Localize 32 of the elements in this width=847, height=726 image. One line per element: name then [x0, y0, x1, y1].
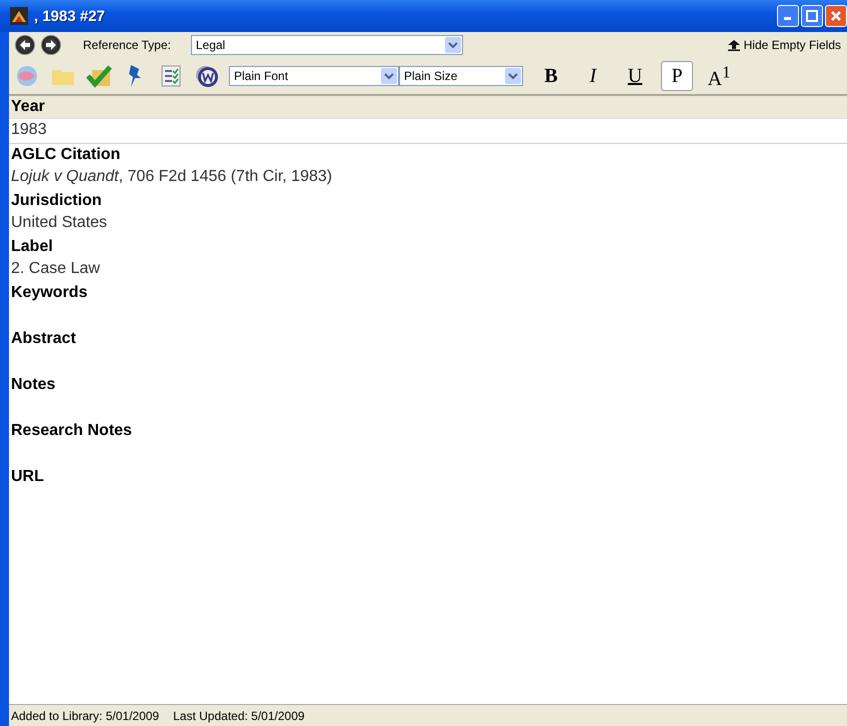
left-arrow-icon: [19, 39, 31, 51]
maximize-icon: [806, 10, 818, 22]
format-button[interactable]: U: [619, 61, 651, 91]
close-button[interactable]: [825, 5, 847, 27]
reference-type-dropdown[interactable]: Legal: [190, 35, 463, 55]
chevron-down-icon: [448, 41, 458, 49]
app-icon: [10, 7, 28, 25]
format-button[interactable]: B: [535, 61, 567, 91]
field-value[interactable]: 1983: [9, 118, 847, 144]
maximize-button[interactable]: [801, 5, 823, 27]
font-dropdown[interactable]: Plain Font: [229, 66, 399, 86]
forward-button[interactable]: [41, 35, 61, 55]
chevron-down-icon: [508, 72, 518, 80]
field-value[interactable]: 2. Case Law: [9, 258, 847, 282]
field-value[interactable]: Lojuk v Quandt, 706 F2d 1456 (7th Cir, 1983): [9, 166, 847, 190]
hide-empty-fields-button[interactable]: Hide Empty Fields: [728, 38, 841, 52]
added-date: Added to Library: 5/01/2009: [11, 708, 160, 722]
format-button[interactable]: P: [661, 61, 693, 91]
back-button[interactable]: [15, 35, 35, 55]
field-value[interactable]: United States: [9, 212, 847, 236]
up-arrow-icon: [728, 40, 740, 50]
reference-type-label: Reference Type:: [83, 38, 171, 52]
field-label: Year: [9, 96, 847, 118]
format-button[interactable]: A$^{1}$: [703, 61, 735, 91]
right-arrow-icon: [45, 39, 57, 51]
minimize-button[interactable]: [777, 5, 799, 27]
format-button[interactable]: I: [577, 61, 609, 91]
window-title: , 1983 #27: [34, 8, 105, 24]
updated-date: Last Updated: 5/01/2009: [173, 708, 305, 722]
size-dropdown[interactable]: Plain Size: [399, 66, 523, 86]
chevron-down-icon: [384, 72, 394, 80]
close-icon: [830, 10, 842, 22]
